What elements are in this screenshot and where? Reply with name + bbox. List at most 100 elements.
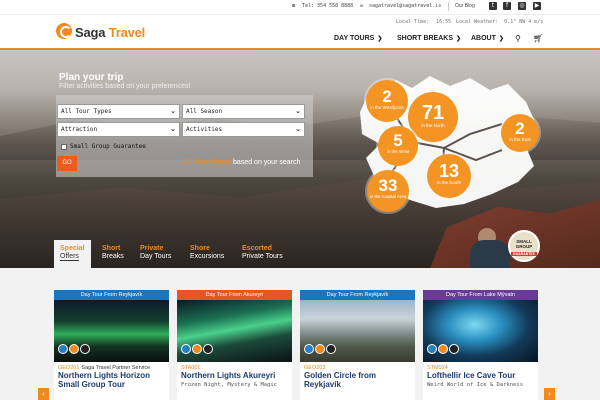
tour-card[interactable]: Day Tour From Reykjavík GEO201 Saga Trave…	[54, 290, 169, 400]
youtube-icon[interactable]: ▶	[533, 2, 541, 10]
region-capital-area[interactable]: 33 in the Capital Area	[367, 170, 409, 212]
tab-label-top: Private	[140, 245, 164, 252]
season-icon	[427, 344, 437, 354]
region-east[interactable]: 2 in the East	[501, 114, 539, 152]
weather-value: 0.1° NW 4 m/s	[504, 19, 544, 25]
chevron-down-icon: ⌄	[295, 107, 301, 115]
group-icon	[203, 344, 213, 354]
region-south[interactable]: 13 in the South	[427, 154, 471, 198]
chevron-down-icon: ⌄	[295, 125, 301, 133]
group-icon	[80, 344, 90, 354]
go-button[interactable]: GO	[57, 156, 77, 171]
card-badges	[181, 341, 214, 359]
tab-label-bottom: Private Tours	[242, 252, 283, 260]
chevron-down-icon: ⌄	[170, 107, 176, 115]
select-value: All Season	[186, 108, 223, 115]
region-count: 13	[438, 161, 460, 181]
region-count: 33	[378, 176, 398, 195]
attraction-select[interactable]: Attraction ⌄	[57, 122, 180, 137]
tab-shore-excursions[interactable]: Shore Excursions	[184, 240, 230, 268]
duration-icon	[192, 344, 202, 354]
tour-title[interactable]: Golden Circle from Reykjavík	[300, 371, 415, 390]
twitter-icon[interactable]: t	[489, 2, 497, 10]
carousel-prev-button[interactable]: ‹	[38, 388, 49, 400]
tab-label-bottom: Excursions	[190, 252, 225, 260]
region-label: in the Capital Area	[369, 194, 407, 199]
tour-code: STA001	[177, 362, 292, 371]
tour-subtitle: Weird World of Ice & Darkness	[427, 381, 524, 388]
nav-label: SHORT BREAKS	[397, 35, 454, 42]
card-badges	[58, 341, 91, 359]
region-westfjords[interactable]: 2 in the Westfjords	[366, 80, 408, 122]
select-value: All Tour Types	[61, 108, 112, 115]
region-count: 2	[515, 119, 525, 138]
tab-private-day-tours[interactable]: Private Day Tours	[134, 240, 177, 268]
tab-short-breaks[interactable]: Short Breaks	[96, 240, 130, 268]
small-group-checkbox[interactable]	[61, 144, 67, 150]
region-count: 5	[393, 131, 403, 150]
phone-number[interactable]: Tel: 354 558 8888	[302, 3, 353, 9]
results-number: 225 Tours found	[181, 159, 232, 166]
instagram-icon[interactable]: ◎	[518, 2, 526, 10]
select-value: Activities	[186, 126, 223, 133]
duration-icon	[69, 344, 79, 354]
region-west[interactable]: 5 in the West	[378, 126, 418, 166]
logo-travel: Travel	[108, 25, 146, 40]
tab-label-top: Shore	[190, 245, 210, 252]
search-icon[interactable]: ⚲	[515, 34, 521, 43]
nav-short-breaks[interactable]: SHORT BREAKS ❯	[397, 35, 461, 42]
tour-title[interactable]: Northern Lights Akureyri	[177, 371, 292, 381]
tour-card[interactable]: Day Tour From Lake Mývatn STM024 Lofthel…	[423, 290, 538, 400]
email-icon: ✉	[360, 3, 364, 9]
region-label: in the North	[421, 123, 445, 128]
card-badges	[427, 341, 460, 359]
select-value: Attraction	[61, 126, 98, 133]
nav-day-tours[interactable]: DAY TOURS ❯	[334, 35, 382, 42]
small-group-label: Small Group Guarantee	[70, 143, 146, 150]
logo-saga: Saga	[75, 25, 106, 40]
tab-escorted-private-tours[interactable]: Escorted Private Tours	[236, 240, 289, 268]
tour-title[interactable]: Northern Lights Horizon Small Group Tour	[54, 371, 169, 390]
activity-select[interactable]: Activities ⌄	[182, 122, 305, 137]
logo[interactable]: Saga Travel	[75, 25, 145, 40]
season-select[interactable]: All Season ⌄	[182, 104, 305, 119]
utility-bar: ☎ Tel: 354 558 8888 ✉ sagatravel@sagatra…	[0, 0, 600, 14]
carousel-next-button[interactable]: ›	[544, 388, 555, 400]
facebook-icon[interactable]: f	[503, 2, 511, 10]
local-time: 16:55	[436, 19, 452, 25]
tab-special-offers[interactable]: Special Offers	[54, 240, 91, 268]
tab-label-bottom: Offers	[60, 252, 79, 262]
region-label: in the South	[436, 180, 462, 185]
group-icon	[449, 344, 459, 354]
logo-icon[interactable]	[56, 23, 72, 39]
site-header: Local Time: 16:55 Local Weather: 0.1° NW…	[0, 14, 600, 48]
nav-label: DAY TOURS	[334, 35, 375, 42]
tour-card[interactable]: Day Tour From Reykjavík GEO203 Golden Ci…	[300, 290, 415, 400]
results-text: based on your search	[233, 159, 301, 166]
plan-trip-subtitle: Filter activities based on your preferen…	[59, 83, 191, 90]
duration-icon	[315, 344, 325, 354]
tour-card[interactable]: Day Tour From Akureyri STA001 Northern L…	[177, 290, 292, 400]
blog-link[interactable]: Our Blog	[455, 3, 475, 9]
region-count: 2	[382, 87, 392, 106]
card-header: Day Tour From Reykjavík	[54, 290, 169, 300]
region-count: 71	[421, 102, 445, 124]
region-label: in the East	[509, 137, 531, 142]
tour-type-select[interactable]: All Tour Types ⌄	[57, 104, 180, 119]
tab-label-top: Escorted	[242, 245, 272, 252]
chevron-down-icon: ❯	[377, 36, 383, 42]
email-link[interactable]: sagatravel@sagatravel.is	[369, 3, 441, 9]
region-label: in the West	[386, 149, 410, 154]
phone-icon: ☎	[292, 3, 296, 9]
tour-code: STM024	[423, 362, 538, 371]
nav-about[interactable]: ABOUT ❯	[471, 35, 504, 42]
chevron-down-icon: ❯	[498, 36, 504, 42]
card-badges	[304, 341, 337, 359]
season-icon	[304, 344, 314, 354]
results-count: 225 Tours found based on your search	[181, 159, 300, 166]
tour-subtitle: Frozen Night, Mystery & Magic	[181, 381, 278, 388]
tour-title[interactable]: Lofthellir Ice Cave Tour	[423, 371, 538, 381]
cart-icon[interactable]: 🛒︎	[533, 34, 543, 43]
weather-label: Local Weather:	[456, 19, 499, 25]
card-image	[300, 300, 415, 362]
